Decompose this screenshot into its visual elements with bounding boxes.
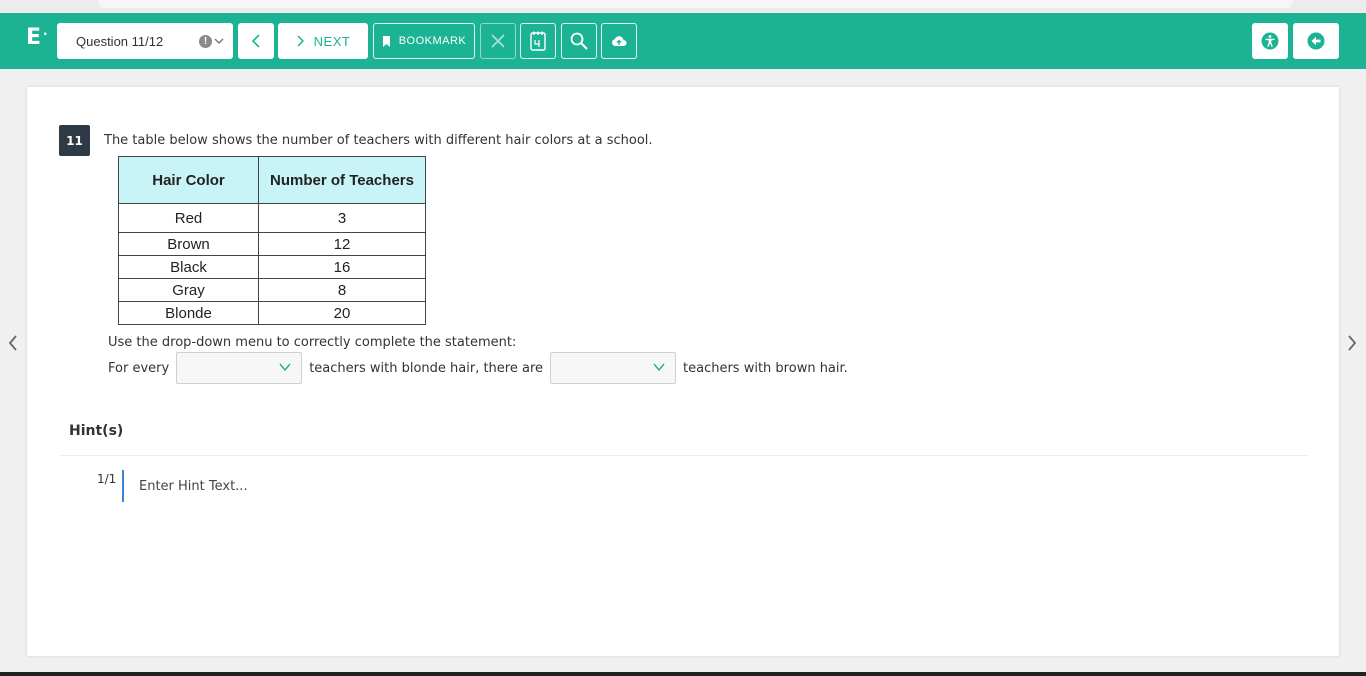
next-button[interactable]: NEXT — [278, 23, 368, 59]
accessibility-button[interactable] — [1252, 23, 1288, 59]
calculator-icon — [530, 31, 546, 51]
close-icon — [491, 34, 505, 48]
cloud-upload-icon — [612, 36, 627, 46]
hints-title: Hint(s) — [69, 423, 124, 439]
hint-counter: 1/1 — [97, 472, 117, 486]
search-icon — [570, 32, 588, 50]
hint-accent-bar — [122, 470, 124, 502]
question-selector[interactable]: Question 11/12 ! — [57, 23, 233, 59]
instruction-text: Use the drop-down menu to correctly comp… — [108, 335, 517, 350]
bottom-edge — [0, 672, 1366, 676]
table-cell: Brown — [118, 232, 259, 256]
statement-part-1: For every — [108, 360, 170, 376]
previous-button[interactable] — [238, 23, 274, 59]
bookmark-icon — [382, 35, 390, 47]
chevron-right-icon — [1348, 335, 1357, 351]
table-cell: 16 — [258, 255, 426, 279]
blonde-count-dropdown[interactable] — [176, 352, 303, 384]
chevron-down-icon — [214, 38, 224, 44]
table-header-row: Hair Color Number of Teachers — [118, 156, 426, 204]
table-cell: 20 — [258, 301, 426, 325]
hint-text-input[interactable] — [131, 475, 547, 497]
table-row: Gray 8 — [118, 278, 426, 302]
app-logo: E · — [26, 25, 48, 50]
exit-button[interactable] — [1293, 23, 1339, 59]
chevron-left-icon — [8, 335, 17, 351]
table-header-number: Number of Teachers — [258, 156, 426, 204]
question-card: 11 The table below shows the number of t… — [27, 87, 1339, 656]
back-arrow-icon — [1307, 32, 1325, 50]
bookmark-button[interactable]: BOOKMARK — [373, 23, 475, 59]
brown-count-dropdown[interactable] — [550, 352, 677, 384]
browser-top-strip — [0, 0, 1366, 13]
table-cell: Black — [118, 255, 259, 279]
statement-line: For every teachers with blonde hair, the… — [108, 352, 848, 384]
statement-part-3: teachers with brown hair. — [683, 360, 848, 376]
address-bar[interactable] — [98, 0, 1293, 8]
table-row: Red 3 — [118, 203, 426, 233]
next-label: NEXT — [313, 33, 351, 49]
table-header-hair-color: Hair Color — [118, 156, 259, 204]
search-button[interactable] — [561, 23, 597, 59]
info-icon: ! — [199, 34, 212, 48]
chevron-down-icon — [653, 363, 665, 372]
table-row: Black 16 — [118, 255, 426, 279]
table-row: Brown 12 — [118, 232, 426, 256]
close-button[interactable] — [480, 23, 516, 59]
previous-page-arrow[interactable] — [6, 334, 20, 352]
table-cell: 8 — [258, 278, 426, 302]
question-selector-label: Question 11/12 — [76, 33, 164, 49]
toolbar: E · Question 11/12 ! NEXT BOOKMARK — [0, 13, 1366, 69]
chevron-right-icon — [297, 35, 304, 47]
table-cell: Gray — [118, 278, 259, 302]
teachers-hair-table: Hair Color Number of Teachers Red 3 Brow… — [118, 156, 426, 325]
next-page-arrow[interactable] — [1345, 334, 1359, 352]
cloud-upload-button[interactable] — [601, 23, 637, 59]
table-cell: Blonde — [118, 301, 259, 325]
table-cell: Red — [118, 203, 259, 233]
question-number-badge: 11 — [59, 125, 90, 156]
table-cell: 12 — [258, 232, 426, 256]
table-row: Blonde 20 — [118, 301, 426, 325]
chevron-left-icon — [251, 34, 260, 48]
calculator-button[interactable] — [520, 23, 556, 59]
accessibility-icon — [1261, 32, 1279, 50]
chevron-down-icon — [279, 363, 291, 372]
statement-part-2: teachers with blonde hair, there are — [309, 360, 544, 376]
table-cell: 3 — [258, 203, 426, 233]
bookmark-label: BOOKMARK — [398, 35, 467, 47]
question-prompt: The table below shows the number of teac… — [104, 133, 653, 148]
hints-divider — [59, 455, 1308, 456]
